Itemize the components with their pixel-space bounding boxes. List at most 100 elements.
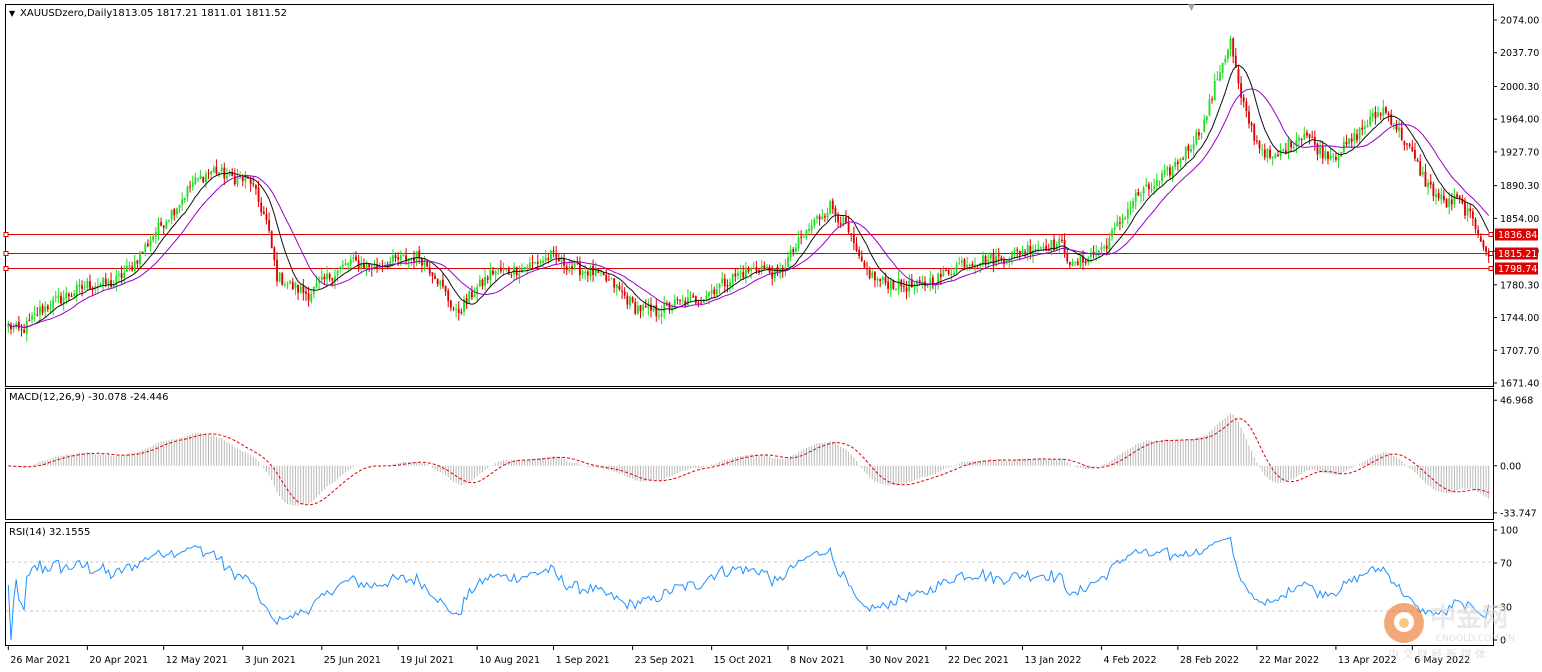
x-tick-label: 10 Aug 2021 [479,655,540,666]
candle-body [1400,127,1403,140]
candle-body [1071,261,1074,266]
candle-body [592,265,595,276]
candle-body [36,314,39,316]
candle-body [278,272,281,282]
trading-chart[interactable]: 2074.00 2037.70 2000.30 1964.00 1927.70 1890.… [0,0,1542,672]
candle-body [528,262,531,269]
candle-body [394,255,397,259]
candle-body [1229,38,1232,50]
candle-body [1361,127,1364,130]
candle-body [1182,158,1185,160]
candle-body [744,267,747,277]
candle-body [20,329,23,331]
candle-body [847,222,850,233]
candle-body [518,273,521,276]
candle-body [1287,139,1290,153]
candle-body [336,270,339,276]
candle-body [1145,184,1148,187]
candle-body [204,174,207,183]
candle-body [286,283,289,285]
price-y-axis: 2074.00 2037.70 2000.30 1964.00 1927.70 1890.… [1493,16,1539,390]
candle-body [181,199,184,205]
candle-body [426,261,429,267]
candle-body [1321,146,1324,159]
candle-body [481,279,484,286]
candle-body [1337,156,1340,161]
macd-panel[interactable] [5,388,1494,520]
candle-body [1258,141,1261,149]
candle-body [281,273,284,285]
candle-body [33,313,36,315]
candle-body [679,299,681,301]
price-tick-label: 1744.00 [1500,313,1539,324]
candle-body [46,305,49,310]
candle-body [958,263,961,265]
candle-body [881,276,884,281]
candle-body [1240,83,1242,98]
candle-body [1356,134,1358,141]
candle-body [1442,195,1445,201]
price-panel[interactable] [5,4,1494,387]
candle-body [133,261,136,272]
candle-body [484,277,487,286]
candle-body [634,302,637,314]
candle-body [615,284,618,288]
candle-body [1076,261,1079,266]
candle-body [210,171,213,175]
candle-body [837,215,839,223]
rsi-panel[interactable] [5,522,1494,646]
candle-body [507,267,510,275]
candle-body [526,267,529,269]
candle-body [239,177,242,179]
watermark-logo: 中金网 CNGOLD.COM.CN 中 文 财 经 新 媒 体 [1384,602,1515,661]
candle-body [102,278,105,286]
candle-body [347,263,350,265]
candle-body [471,291,473,298]
candle-body [1169,167,1171,176]
candle-body [860,256,863,261]
candle-body [1118,222,1121,224]
hline-tag-label: 1798.74 [1498,264,1537,275]
candle-body [173,209,176,216]
candle-body [797,237,800,249]
candle-body [742,271,745,278]
candle-body [1327,151,1329,159]
candle-body [721,278,724,284]
candle-body [125,265,128,272]
candle-body [1358,128,1361,140]
candle-body [141,251,144,253]
candle-body [866,268,868,270]
candle-body [663,303,666,313]
candle-body [65,292,68,299]
candle-body [307,293,310,301]
candle-body [926,286,929,288]
candle-body [260,202,263,213]
candle-body [908,280,911,292]
candle-body [945,269,947,271]
candle-body [1150,188,1153,191]
candle-body [960,260,963,263]
price-tick-label: 1780.30 [1500,280,1539,291]
price-tick-label: 1890.30 [1500,181,1539,192]
candle-body [510,274,513,276]
candle-body [120,273,123,278]
candle-body [1479,236,1482,242]
scroll-arrow-icon[interactable]: ▼ [1188,3,1195,13]
candle-body [855,243,858,251]
candle-body [1195,131,1198,144]
candle-body [589,266,592,277]
candle-body [584,271,587,273]
candle-body [939,273,942,278]
candle-body [1387,113,1390,116]
candle-body [1026,245,1029,254]
price-tick-label: 2074.00 [1500,16,1539,27]
collapse-triangle-icon[interactable]: ▼ [9,9,16,18]
candle-body [1061,239,1063,241]
candle-body [1456,194,1458,198]
candle-body [252,183,255,185]
candle-body [23,329,26,334]
candle-body [118,274,120,276]
candle-body [942,269,945,277]
candle-body [950,273,953,275]
candle-body [62,297,65,304]
